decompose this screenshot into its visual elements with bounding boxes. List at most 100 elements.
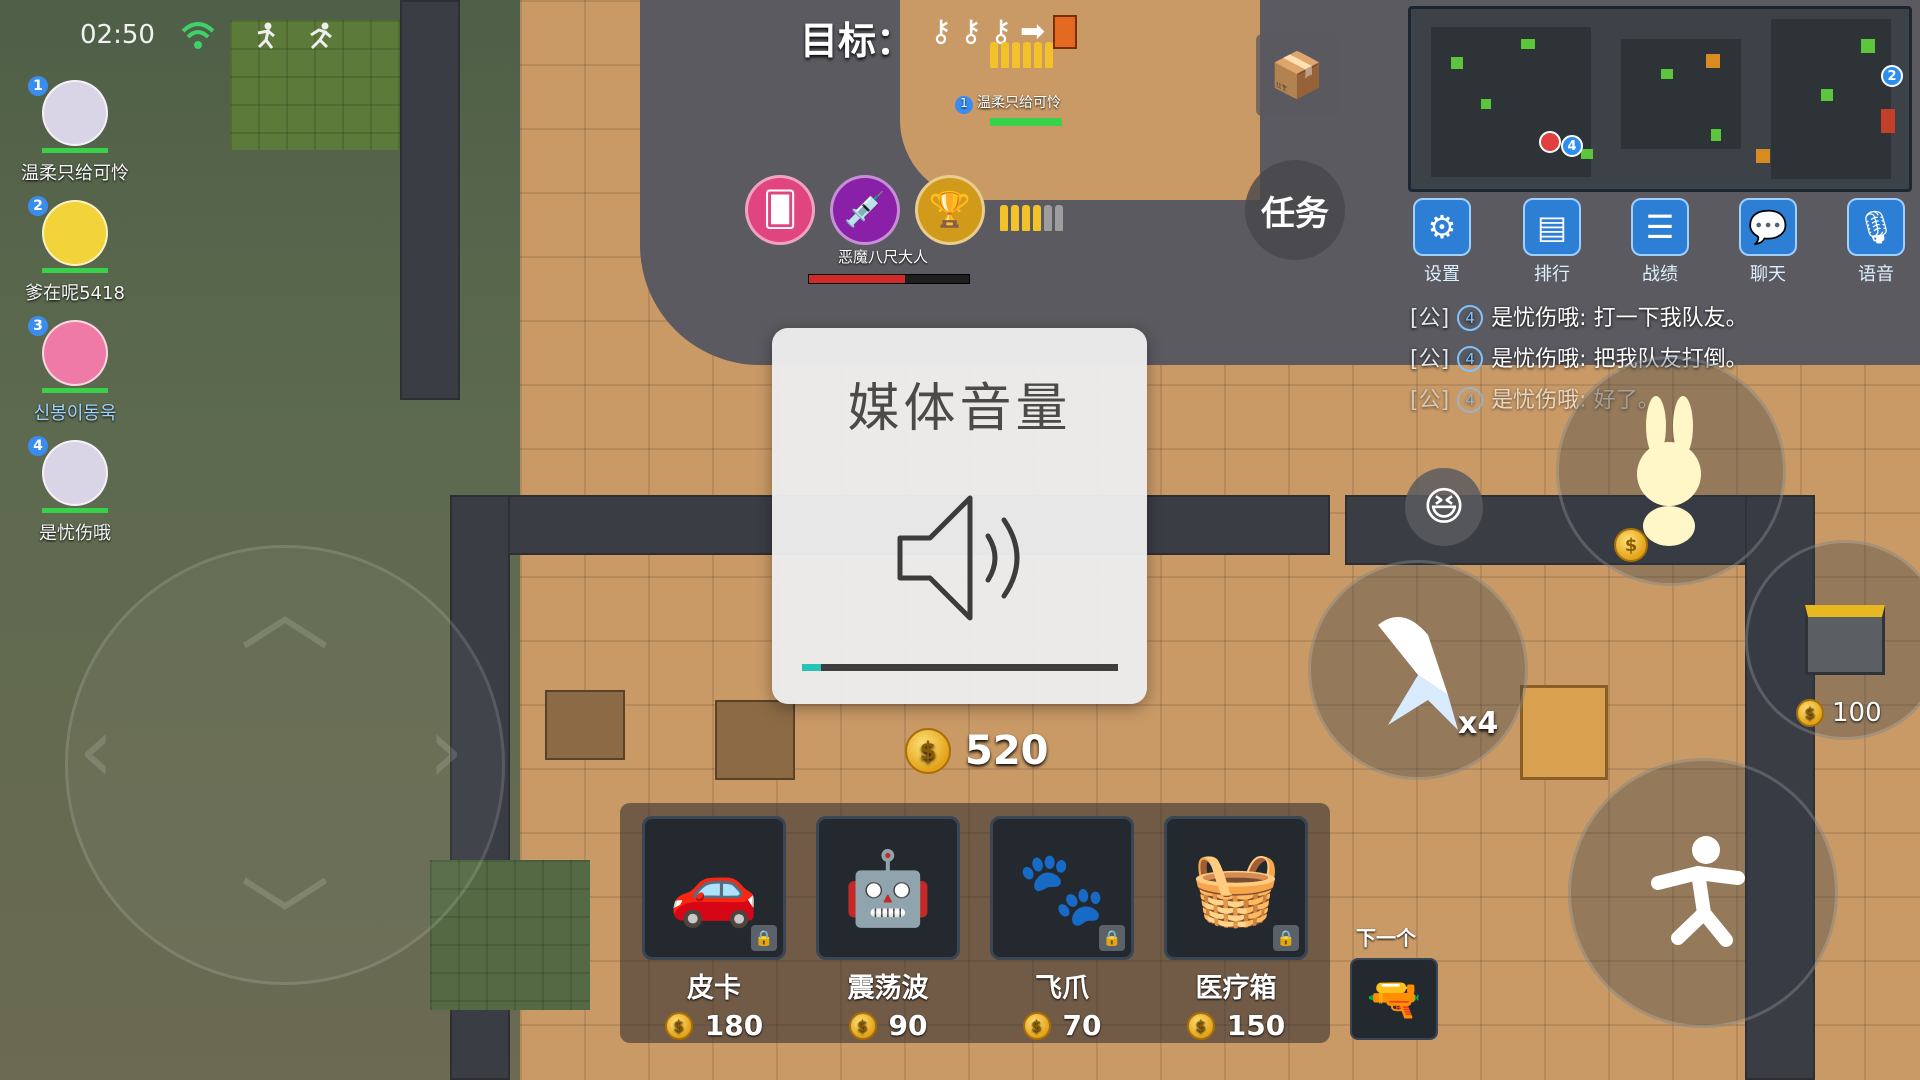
minimap-green-dot [1451, 57, 1463, 69]
coin-icon: $ [1796, 699, 1824, 727]
shop-item-price: $180 [642, 1009, 786, 1042]
coin-icon: $ [905, 728, 951, 774]
volume-title: 媒体音量 [847, 379, 1072, 439]
movement-joystick[interactable]: ︿ ﹀ ‹ › [65, 545, 505, 985]
volume-slider-fill [802, 664, 821, 671]
clock: 02:50 [80, 20, 155, 50]
voice-label: 语音 [1858, 264, 1894, 285]
minimap-block [1621, 39, 1741, 149]
rocket-skill-button[interactable] [1308, 560, 1528, 780]
player-slot-1[interactable]: 1 温柔只给可怜 [10, 76, 140, 185]
player-number-badge: 1 [955, 96, 973, 114]
price-value: 70 [1062, 1009, 1102, 1042]
price-value: 100 [1832, 698, 1882, 728]
chat-button[interactable]: 💬 聊天 [1728, 198, 1808, 286]
jump-button[interactable] [1568, 758, 1838, 1028]
avatar [42, 80, 108, 146]
chevron-right-icon: › [428, 698, 464, 803]
wall [400, 0, 460, 400]
settings-label: 设置 [1424, 264, 1460, 285]
avatar [42, 200, 108, 266]
chat-channel: [公] [1410, 347, 1450, 372]
rabbit-icon [1637, 396, 1701, 546]
task-button[interactable]: 任务 [1245, 160, 1345, 260]
emote-icon[interactable]: 😆 [1405, 468, 1483, 546]
gear-icon: ⚙ [1413, 198, 1471, 256]
voice-button[interactable]: 🎙 语音 [1836, 198, 1916, 286]
media-volume-overlay: 媒体音量 [772, 328, 1147, 704]
shop-item-name: 震荡波 [847, 973, 929, 1004]
side-item-price: $ 100 [1796, 698, 1882, 728]
player-number-badge: 4 [28, 436, 48, 456]
player-name: 신봉이동욱 [33, 403, 117, 424]
key-icon: ⚷ [930, 14, 952, 49]
player-number-badge: 4 [1457, 387, 1484, 413]
player-slot-3[interactable]: 3 신봉이동욱 [10, 316, 140, 425]
ranking-icon: ▤ [1523, 198, 1581, 256]
player-number-badge: 3 [28, 316, 48, 336]
shop-item-name: 飞爪 [1035, 973, 1089, 1004]
shop-item-shockwave[interactable]: 🤖 震荡波 $90 [816, 816, 960, 1042]
chat-channel: [公] [1410, 388, 1450, 413]
price-value: 150 [1226, 1009, 1286, 1042]
chat-label: 聊天 [1750, 264, 1786, 285]
crate [545, 690, 625, 760]
toy-gun-icon[interactable]: 🔫 [1350, 958, 1438, 1040]
player-hp-bar [42, 388, 108, 393]
minimap-green-dot [1821, 89, 1833, 101]
lock-icon: 🔒 [751, 925, 777, 951]
rabbit-skill-button[interactable] [1556, 356, 1786, 586]
goal-label: 目标： [800, 19, 915, 63]
shop-item-price: $70 [990, 1009, 1134, 1042]
supply-box-icon[interactable]: 📦 [1256, 34, 1338, 116]
sprint-figure-icon [302, 18, 338, 54]
settings-button[interactable]: ⚙ 设置 [1402, 198, 1482, 286]
minimap-green-dot [1581, 149, 1593, 159]
shop-item-pickup[interactable]: 🚗 🔒 皮卡 $180 [642, 816, 786, 1042]
list-icon: ☰ [1631, 198, 1689, 256]
shop-item-flying-claw[interactable]: 🐾 🔒 飞爪 $70 [990, 816, 1134, 1042]
shop-item-name: 皮卡 [687, 973, 741, 1004]
player-slot-4[interactable]: 4 是忧伤哦 [10, 436, 140, 545]
minimap-door-icon [1881, 109, 1895, 133]
record-button[interactable]: ☰ 战绩 [1620, 198, 1700, 286]
coin-icon: $ [1186, 1011, 1215, 1040]
ranking-button[interactable]: ▤ 排行 [1512, 198, 1592, 286]
teammate-tag: 1 温柔只给可怜 [955, 92, 1061, 114]
trophy-buff-icon: 🏆 [915, 175, 985, 245]
wifi-icon [180, 18, 216, 54]
player-number-badge: 4 [1457, 346, 1484, 372]
chevron-down-icon: ﹀ [240, 869, 330, 974]
shop-item-medkit[interactable]: 🧺 🔒 医疗箱 $150 [1164, 816, 1308, 1042]
paw-claw-icon: 🐾 🔒 [990, 816, 1134, 960]
teammate-hp-bar [990, 118, 1062, 126]
chat-bubble-icon: 💬 [1739, 198, 1797, 256]
volume-slider[interactable] [802, 664, 1118, 671]
key-icon: ⚷ [959, 14, 982, 49]
next-item-label: 下一个 [1356, 926, 1416, 950]
minimap-self-marker [1539, 131, 1561, 153]
shockwave-robot-icon: 🤖 [816, 816, 960, 960]
lock-icon: 🔒 [1099, 925, 1125, 951]
player-slot-2[interactable]: 2 爹在呢5418 [10, 196, 140, 305]
avatar [42, 440, 108, 506]
supply-crate-icon [1805, 605, 1885, 675]
shop-item-name: 医疗箱 [1195, 973, 1277, 1004]
chevron-left-icon: ‹ [78, 698, 114, 803]
player-number-badge: 4 [1457, 305, 1484, 331]
player-hp-bar [42, 148, 108, 153]
minimap-green-dot [1661, 69, 1673, 79]
teammate-name: 温柔只给可怜 [977, 95, 1061, 111]
minimap-green-dot [1711, 129, 1721, 141]
price-value: 180 [704, 1009, 764, 1042]
minimap[interactable]: 4 2 [1408, 6, 1912, 192]
player-number-badge: 1 [28, 76, 48, 96]
money-amount: 520 [965, 728, 1049, 774]
avatar [42, 320, 108, 386]
syringe-buff-icon: 💉 [830, 175, 900, 245]
minimap-green-dot [1481, 99, 1491, 109]
chat-message: [公] 4 是忧伤哦: 打一下我队友。 [1410, 300, 1748, 332]
minimap-green-dot [1861, 39, 1875, 53]
player-name: 温柔只给可怜 [21, 163, 129, 184]
door-icon [1053, 14, 1078, 49]
